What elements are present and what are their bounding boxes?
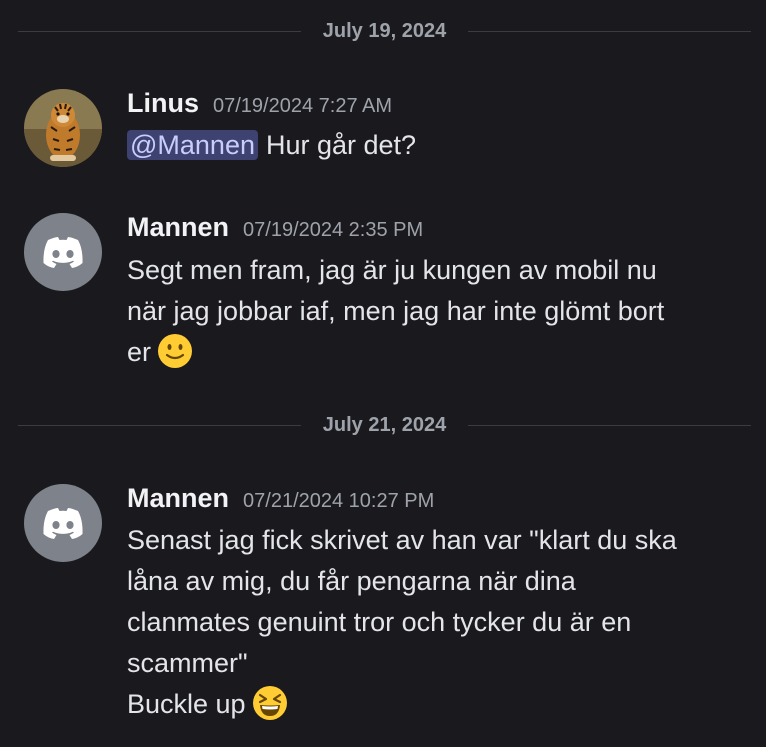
avatar[interactable] [24, 213, 102, 291]
timestamp: 07/19/2024 2:35 PM [243, 219, 424, 241]
discord-logo-icon [43, 237, 83, 268]
message-line: när jag jobbar iaf, men jag har inte glö… [127, 296, 665, 326]
avatar[interactable] [24, 484, 102, 562]
message-line: Senast jag fick skrivet av han var "klar… [127, 525, 677, 555]
username[interactable]: Mannen [127, 212, 229, 242]
divider-line [468, 31, 751, 32]
laughing-face-icon [252, 686, 287, 720]
message-line: Segt men fram, jag är ju kungen av mobil… [127, 255, 657, 285]
discord-logo-icon [43, 508, 83, 539]
user-mention[interactable]: @Mannen [127, 130, 258, 160]
username[interactable]: Linus [127, 88, 199, 118]
message-text: Hur går det? [265, 130, 417, 160]
avatar[interactable] [24, 89, 102, 167]
message-header: Mannen 07/21/2024 10:27 PM [127, 483, 434, 517]
divider-line [468, 425, 751, 426]
timestamp: 07/19/2024 7:27 AM [213, 95, 393, 117]
date-divider: July 19, 2024 [18, 21, 751, 41]
message-content: Senast jag fick skrivet av han var "klar… [127, 520, 742, 725]
message-line: clanmates genuint tror och tycker du är … [127, 607, 632, 637]
message-header: Mannen 07/19/2024 2:35 PM [127, 212, 423, 246]
message-line: er [127, 337, 152, 367]
message-header: Linus 07/19/2024 7:27 AM [127, 88, 392, 122]
timestamp: 07/21/2024 10:27 PM [243, 490, 435, 512]
message-line: Buckle up [127, 689, 246, 719]
tiger-icon [24, 89, 102, 167]
username[interactable]: Mannen [127, 483, 229, 513]
date-divider: July 21, 2024 [18, 415, 751, 435]
message-line: låna av mig, du får pengarna när dina [127, 566, 576, 596]
message-content: Segt men fram, jag är ju kungen av mobil… [127, 250, 742, 373]
message-content: @Mannen Hur går det? [127, 125, 742, 166]
slightly-smiling-face-icon [158, 334, 193, 368]
message-line: scammer" [127, 648, 248, 678]
